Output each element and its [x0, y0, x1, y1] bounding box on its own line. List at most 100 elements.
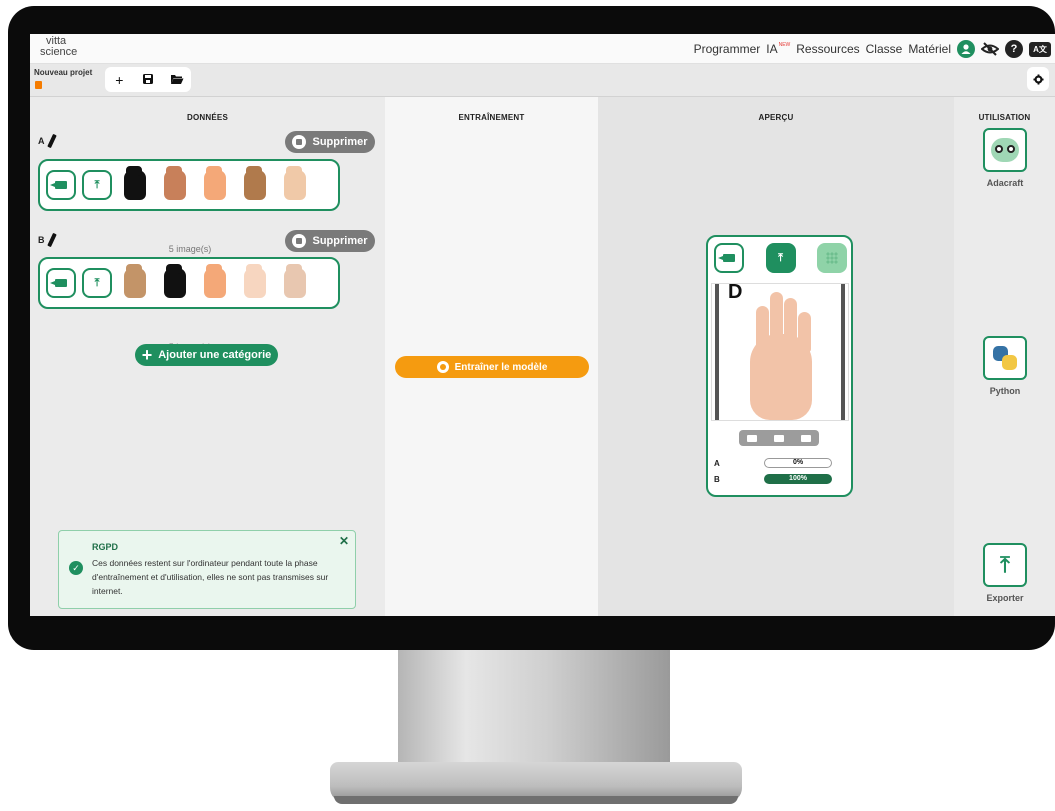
hand-sign-image [204, 166, 226, 200]
trash-icon [292, 135, 307, 149]
sample-image[interactable] [158, 264, 192, 302]
gdpr-notice: ✕ ✓ RGPD Ces données restent sur l'ordin… [58, 530, 356, 609]
python-logo-icon [993, 346, 1017, 370]
upload-image-button[interactable]: ⤒ [82, 268, 112, 298]
adacraft-label: Adacraft [986, 178, 1024, 188]
hand-sign-image [284, 166, 306, 200]
preview-letter: D [728, 283, 743, 303]
hand-sign-image [164, 264, 186, 298]
nav-ia[interactable]: IANEW [766, 42, 790, 56]
category-a-card: ⤒ [38, 159, 340, 211]
image-frame-right [841, 284, 845, 420]
delete-category-a-button[interactable]: Supprimer [285, 131, 375, 153]
hand-sign-image [244, 264, 266, 298]
sample-image[interactable] [278, 264, 312, 302]
video-icon[interactable] [773, 434, 784, 442]
file-actions: + [105, 67, 191, 92]
app-screen: vitta science Programmer IANEW Ressource… [30, 34, 1055, 616]
snapshot-camera-icon[interactable] [747, 434, 758, 442]
train-model-button[interactable]: Entraîner le modèle [395, 356, 589, 378]
data-column: DONNÉES A Supprimer ⤒ 5 image(s) B Suppr… [30, 97, 385, 616]
upload-source-button[interactable]: ⤒ [765, 243, 796, 273]
preview-image: D [711, 283, 849, 421]
sample-image[interactable] [238, 264, 272, 302]
hand-sign-image [124, 166, 146, 200]
webcam-capture-button[interactable] [46, 268, 76, 298]
export-button[interactable]: ⤒ Exporter [975, 543, 1035, 603]
project-toolbar: Nouveau projet + [30, 64, 1055, 97]
open-folder-button[interactable] [166, 72, 188, 88]
python-icon [983, 336, 1027, 380]
hide-eye-icon[interactable] [981, 40, 999, 58]
user-avatar-icon[interactable] [957, 40, 975, 58]
sample-image[interactable] [118, 166, 152, 204]
confidence-bar: 100% [764, 474, 832, 484]
upload-icon: ⤒ [983, 543, 1027, 587]
add-category-button[interactable]: + Ajouter une catégorie [135, 344, 278, 366]
language-icon[interactable]: A文 [1029, 41, 1051, 57]
robot-eye-icon [1007, 145, 1015, 153]
delete-category-b-button[interactable]: Supprimer [285, 230, 375, 252]
preview-column-title: APERÇU [758, 113, 794, 122]
nav-classe[interactable]: Classe [866, 42, 903, 56]
preview-source-buttons: ⤒ [714, 243, 847, 273]
sample-image[interactable] [198, 166, 232, 204]
upload-image-button[interactable]: ⤒ [82, 170, 112, 200]
python-export[interactable]: Python [975, 336, 1035, 396]
hand-sign-image [164, 166, 186, 200]
nav-programmer[interactable]: Programmer [694, 42, 761, 56]
top-nav-bar: vitta science Programmer IANEW Ressource… [30, 34, 1055, 64]
nav-materiel[interactable]: Matériel [908, 42, 951, 56]
new-badge: NEW [778, 42, 791, 48]
robot-eye-icon [995, 145, 1003, 153]
use-column-title: UTILISATION [978, 113, 1031, 122]
adacraft-export[interactable]: Adacraft [975, 128, 1035, 188]
edit-pencil-icon[interactable] [46, 133, 57, 149]
logo-line-2: science [40, 46, 78, 58]
preview-column: APERÇU ⤒ D A 0% B 100% [598, 97, 954, 616]
new-project-button[interactable]: + [108, 72, 130, 88]
category-b-card: ⤒ [38, 257, 340, 309]
data-column-title: DONNÉES [187, 113, 228, 122]
delete-label: Supprimer [312, 235, 368, 247]
plus-icon: + [141, 345, 153, 365]
user-silhouette-icon [961, 44, 971, 54]
main-nav: Programmer IANEW Ressources Classe Matér… [694, 34, 1055, 64]
training-column-title: ENTRAÎNEMENT [458, 113, 525, 122]
sample-image[interactable] [158, 166, 192, 204]
result-row-a: A 0% [714, 458, 844, 468]
scene: vitta science Programmer IANEW Ressource… [0, 0, 1055, 811]
training-column: ENTRAÎNEMENT Entraîner le modèle [385, 97, 598, 616]
help-icon[interactable]: ? [1005, 40, 1023, 58]
grid-source-button[interactable] [817, 243, 847, 273]
upload-arrow-icon: ⤒ [1000, 552, 1010, 577]
sample-image[interactable] [198, 264, 232, 302]
sample-image[interactable] [238, 166, 272, 204]
vittascience-logo[interactable]: vitta science [40, 36, 77, 58]
sample-image[interactable] [118, 264, 152, 302]
nav-ressources[interactable]: Ressources [796, 42, 859, 56]
result-label: A [714, 458, 720, 468]
monitor-stand-neck [398, 650, 670, 768]
project-title[interactable]: Nouveau projet [34, 68, 92, 77]
close-icon[interactable]: ✕ [339, 534, 349, 548]
nav-ia-label: IA [766, 42, 778, 56]
camera-icon [50, 181, 67, 189]
save-button[interactable] [137, 72, 159, 88]
hand-sign-image [204, 264, 226, 298]
webcam-capture-button[interactable] [46, 170, 76, 200]
fullscreen-icon[interactable] [800, 434, 811, 442]
gdpr-text: Ces données restent sur l'ordinateur pen… [92, 558, 329, 596]
result-row-b: B 100% [714, 474, 844, 484]
train-label: Entraîner le modèle [454, 361, 548, 373]
eye-slash-icon [981, 42, 999, 56]
robot-face-icon [991, 138, 1019, 162]
settings-button[interactable] [1027, 67, 1049, 91]
sample-image[interactable] [278, 166, 312, 204]
category-a-header: A [38, 133, 57, 149]
add-category-label: Ajouter une catégorie [158, 349, 272, 361]
preview-controls [739, 430, 819, 446]
result-label: B [714, 474, 720, 484]
grid-dots-icon [826, 252, 838, 264]
webcam-source-button[interactable] [714, 243, 744, 273]
